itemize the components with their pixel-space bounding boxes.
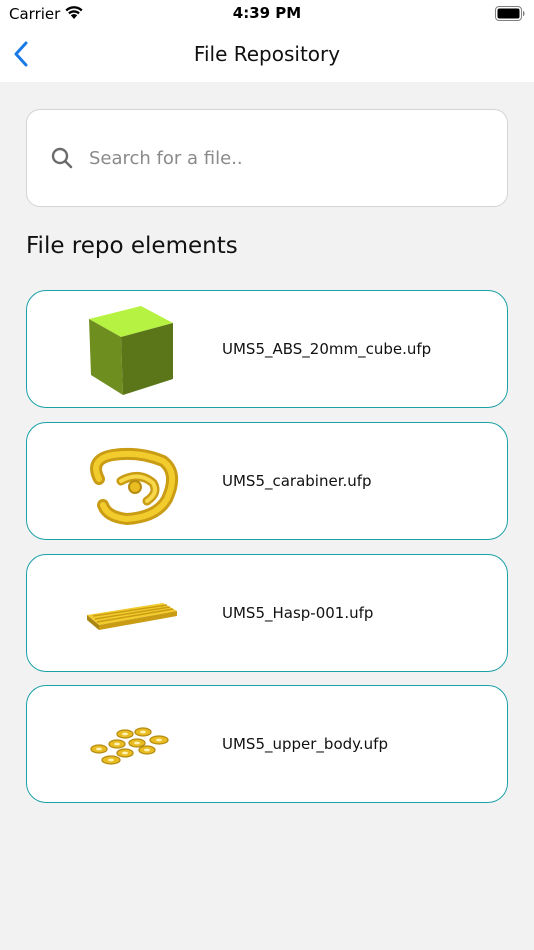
hasp-model-icon (87, 603, 177, 630)
file-card[interactable]: UMS5_upper_body.ufp (26, 685, 508, 803)
file-name: UMS5_upper_body.ufp (222, 735, 388, 753)
file-name: UMS5_ABS_20mm_cube.ufp (222, 340, 432, 358)
search-input[interactable] (89, 138, 507, 178)
file-card[interactable]: UMS5_carabiner.ufp (26, 422, 508, 540)
status-time: 4:39 PM (232, 4, 302, 22)
file-name: UMS5_carabiner.ufp (222, 472, 372, 490)
page-title: File Repository (193, 42, 341, 66)
upper-body-parts-model-icon (90, 727, 169, 765)
file-name: UMS5_Hasp-001.ufp (222, 604, 374, 622)
status-bar: Carrier 4:39 PM (0, 0, 534, 28)
section-title: File repo elements (26, 233, 238, 259)
search-icon (51, 147, 73, 169)
carabiner-model-icon (90, 447, 179, 526)
file-card[interactable]: UMS5_ABS_20mm_cube.ufp (26, 290, 508, 408)
search-box[interactable] (26, 109, 508, 207)
navigation-bar: File Repository (0, 28, 534, 82)
cube-model-icon (89, 306, 173, 395)
file-card[interactable]: UMS5_Hasp-001.ufp (26, 554, 508, 672)
battery-icon (495, 6, 525, 21)
